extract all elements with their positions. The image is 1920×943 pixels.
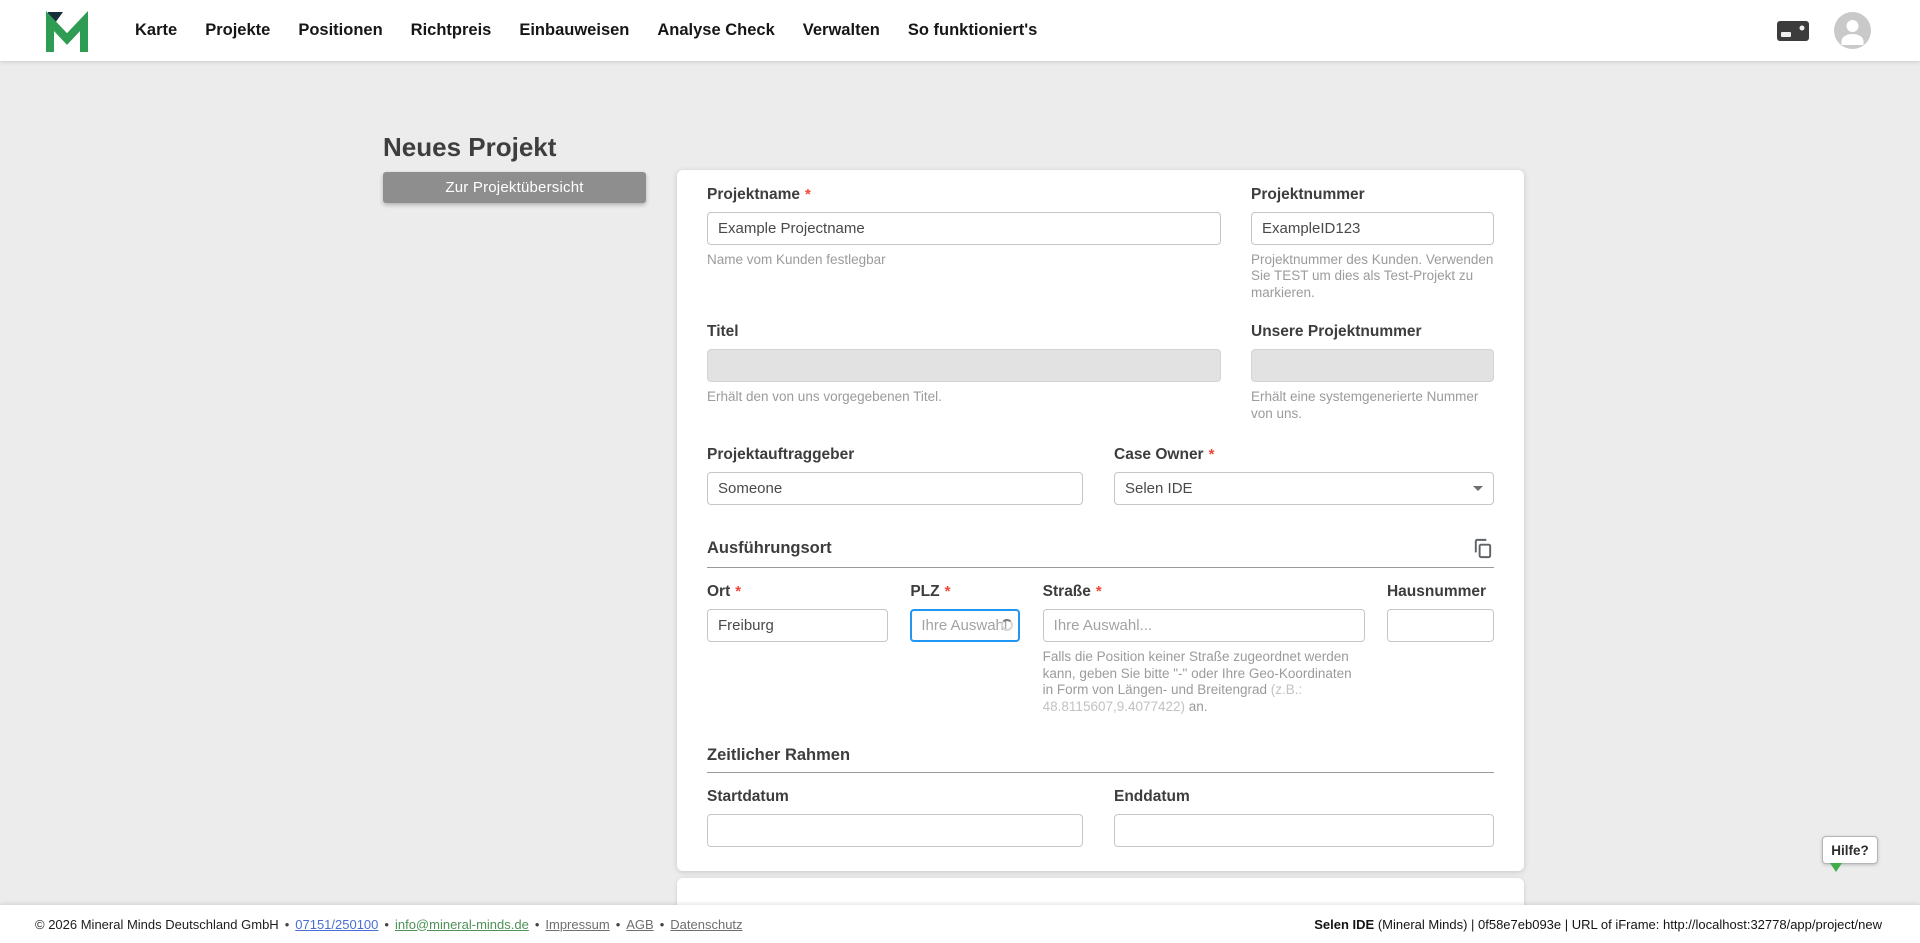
- unsere-projektnummer-input: [1251, 349, 1494, 383]
- projektnummer-helper: Projektnummer des Kunden. Verwenden Sie …: [1251, 252, 1494, 300]
- form-row-3: Projektauftraggeber Case Owner * Selen I…: [707, 446, 1494, 506]
- projektname-input[interactable]: [707, 212, 1221, 245]
- form-row-address: Ort * PLZ * Straße * Falls die Position …: [707, 583, 1494, 715]
- nav-item-verwalten[interactable]: Verwalten: [789, 21, 894, 40]
- titel-label: Titel: [707, 323, 739, 341]
- nav-item-so-funktionierts[interactable]: So funktioniert's: [894, 21, 1052, 40]
- strasse-input[interactable]: [1042, 609, 1365, 643]
- startdatum-label: Startdatum: [707, 788, 789, 806]
- section-zeitlicher-rahmen: Zeitlicher Rahmen: [707, 746, 1494, 765]
- page-title: Neues Projekt: [383, 132, 557, 163]
- titel-input: [707, 349, 1221, 383]
- titel-helper: Erhält den von uns vorgegebenen Titel.: [707, 389, 942, 405]
- footer: © 2026 Mineral Minds Deutschland GmbH • …: [0, 905, 1920, 943]
- unsere-projektnummer-helper: Erhält eine systemgenerierte Nummer von …: [1251, 389, 1479, 421]
- form-row-1: Projektname * Name vom Kunden festlegbar…: [707, 186, 1494, 301]
- field-enddatum: Enddatum: [1114, 788, 1494, 848]
- projektauftraggeber-label: Projektauftraggeber: [707, 446, 855, 464]
- field-ort: Ort *: [707, 583, 888, 715]
- required-asterisk: *: [1095, 583, 1102, 601]
- separator: •: [659, 916, 665, 932]
- main-nav: Karte Projekte Positionen Richtpreis Ein…: [121, 21, 1051, 40]
- logo-icon: [46, 10, 88, 52]
- field-projektnummer: Projektnummer Projektnummer des Kunden. …: [1251, 186, 1494, 301]
- copy-icon[interactable]: [1471, 537, 1494, 560]
- field-unsere-projektnummer: Unsere Projektnummer Erhält eine systemg…: [1251, 323, 1494, 422]
- separator: •: [615, 916, 621, 932]
- unsere-projektnummer-label: Unsere Projektnummer: [1251, 323, 1422, 341]
- nav-item-projekte[interactable]: Projekte: [191, 21, 284, 40]
- projektnummer-input[interactable]: [1251, 212, 1494, 245]
- required-asterisk: *: [805, 186, 811, 203]
- strasse-helper-text: Falls die Position keiner Straße zugeord…: [1042, 649, 1352, 698]
- section-divider: [707, 772, 1494, 774]
- nav-item-analyse-check[interactable]: Analyse Check: [643, 21, 788, 40]
- session-info: Selen IDE (Mineral Minds) | 0f58e7eb093e…: [1314, 917, 1882, 932]
- separator: •: [384, 916, 389, 932]
- plz-label: PLZ: [910, 583, 940, 601]
- projektname-label: Projektname: [707, 186, 801, 203]
- impressum-link[interactable]: Impressum: [545, 917, 609, 932]
- section-ausfuehrungsort: Ausführungsort: [707, 537, 1494, 560]
- nav-item-einbauweisen[interactable]: Einbauweisen: [505, 21, 643, 40]
- nav-item-richtpreis[interactable]: Richtpreis: [397, 21, 506, 40]
- nav-item-positionen[interactable]: Positionen: [284, 21, 396, 40]
- strasse-label: Straße: [1042, 583, 1091, 601]
- help-bubble-tail-icon: [1830, 863, 1842, 872]
- hausnummer-input[interactable]: [1386, 609, 1494, 643]
- required-asterisk: *: [735, 583, 742, 601]
- hausnummer-label: Hausnummer: [1386, 583, 1487, 601]
- session-details: (Mineral Minds) | 0f58e7eb093e | URL of …: [1374, 916, 1882, 932]
- projektname-helper: Name vom Kunden festlegbar: [707, 252, 886, 267]
- enddatum-input[interactable]: [1114, 814, 1494, 848]
- logo[interactable]: [45, 10, 89, 52]
- form-row-2: Titel Erhält den von uns vorgegebenen Ti…: [707, 323, 1494, 422]
- copyright-text: © 2026 Mineral Minds Deutschland GmbH: [35, 916, 279, 932]
- section-divider: [707, 567, 1494, 569]
- separator: •: [534, 916, 540, 932]
- zeitlicher-rahmen-title: Zeitlicher Rahmen: [707, 746, 851, 765]
- field-strasse: Straße * Falls die Position keiner Straß…: [1042, 583, 1365, 715]
- footer-links: © 2026 Mineral Minds Deutschland GmbH • …: [35, 917, 743, 932]
- required-asterisk: *: [1208, 446, 1215, 464]
- dropdown-arrow-icon: [1473, 486, 1483, 492]
- user-avatar-icon[interactable]: [1834, 12, 1871, 49]
- enddatum-label: Enddatum: [1114, 788, 1190, 806]
- device-icon[interactable]: [1776, 20, 1810, 42]
- project-form-card: Projektname * Name vom Kunden festlegbar…: [677, 170, 1524, 872]
- separator: •: [284, 916, 290, 932]
- datenschutz-link[interactable]: Datenschutz: [670, 917, 742, 932]
- help-label: Hilfe?: [1831, 842, 1869, 858]
- strasse-helper-suffix: an.: [1185, 698, 1208, 714]
- case-owner-label: Case Owner: [1114, 446, 1204, 464]
- field-case-owner: Case Owner * Selen IDE: [1114, 446, 1494, 506]
- agb-link[interactable]: AGB: [626, 917, 653, 932]
- strasse-helper: Falls die Position keiner Straße zugeord…: [1043, 649, 1365, 715]
- field-startdatum: Startdatum: [707, 788, 1083, 848]
- ort-input[interactable]: [707, 609, 888, 643]
- case-owner-value: Selen IDE: [1125, 480, 1193, 498]
- field-projektname: Projektname * Name vom Kunden festlegbar: [707, 186, 1221, 301]
- case-owner-select[interactable]: Selen IDE: [1114, 472, 1494, 506]
- field-hausnummer: Hausnummer: [1386, 583, 1494, 715]
- email-link[interactable]: info@mineral-minds.de: [395, 917, 529, 932]
- ausfuehrungsort-title: Ausführungsort: [707, 539, 832, 558]
- startdatum-input[interactable]: [707, 814, 1083, 848]
- required-asterisk: *: [944, 583, 951, 601]
- field-plz: PLZ *: [910, 583, 1021, 715]
- phone-link[interactable]: 07151/250100: [295, 917, 378, 932]
- nav-item-karte[interactable]: Karte: [121, 21, 191, 40]
- projektauftraggeber-input[interactable]: [707, 472, 1083, 506]
- projektnummer-label: Projektnummer: [1251, 186, 1365, 203]
- field-titel: Titel Erhält den von uns vorgegebenen Ti…: [707, 323, 1221, 422]
- back-to-projects-button[interactable]: Zur Projektübersicht: [383, 172, 646, 203]
- help-button[interactable]: Hilfe?: [1822, 836, 1878, 872]
- top-navigation: Karte Projekte Positionen Richtpreis Ein…: [0, 0, 1920, 61]
- field-projektauftraggeber: Projektauftraggeber: [707, 446, 1083, 506]
- nav-right-icons: [1776, 12, 1871, 49]
- form-row-dates: Startdatum Enddatum: [707, 788, 1494, 848]
- ort-label: Ort: [707, 583, 731, 601]
- session-user: Selen IDE: [1314, 916, 1375, 932]
